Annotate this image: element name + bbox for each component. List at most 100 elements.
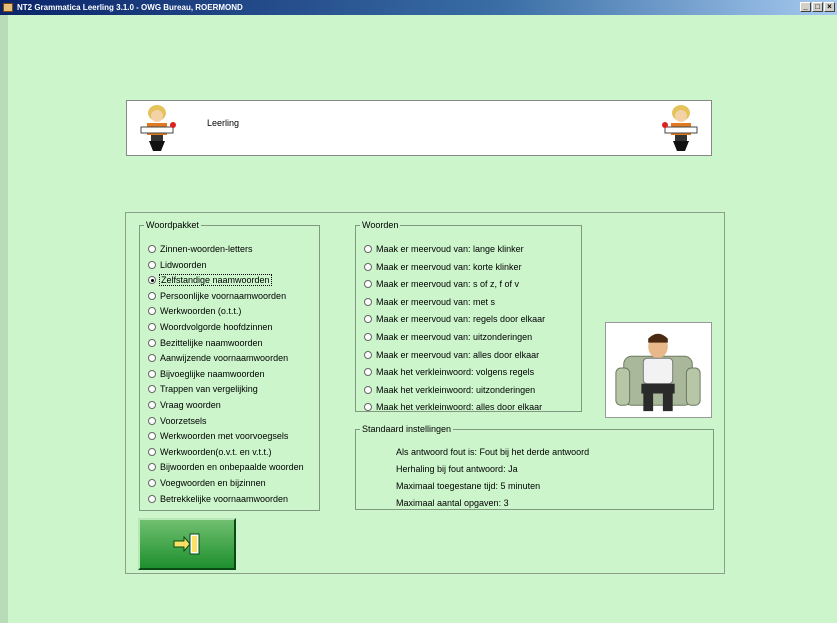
radio-circle[interactable] xyxy=(364,280,372,289)
radio-label: Werkwoorden (o.t.t.) xyxy=(160,306,242,317)
radio-label: Voorzetsels xyxy=(160,415,207,426)
woordpakket-radio-vraag-woorden[interactable]: Vraag woorden xyxy=(148,398,221,412)
setting-max-tijd: Maximaal toegestane tijd: 5 minuten xyxy=(396,481,541,491)
radio-circle[interactable] xyxy=(148,276,156,285)
radio-circle[interactable] xyxy=(364,333,372,341)
minimize-button[interactable]: _ xyxy=(800,2,811,12)
woordpakket-radio-trappen-van-vergelijking[interactable]: Trappen van vergelijking xyxy=(148,382,258,396)
radio-circle[interactable] xyxy=(148,354,156,363)
radio-circle[interactable] xyxy=(148,369,156,378)
woorden-legend: Woorden xyxy=(362,220,399,230)
radio-circle[interactable] xyxy=(148,463,156,472)
radio-circle[interactable] xyxy=(148,385,156,394)
woordpakket-radio-persoonlijke-voornaamwoorden[interactable]: Persoonlijke voornaamwoorden xyxy=(148,289,286,303)
woordpakket-radio-zinnen-woorden-letters[interactable]: Zinnen-woorden-letters xyxy=(148,242,253,256)
radio-circle[interactable] xyxy=(364,403,372,412)
radio-circle[interactable] xyxy=(148,494,156,503)
woorden-radio-maak-er-meervoud-van-met-s[interactable]: Maak er meervoud van: met s xyxy=(364,295,495,309)
woordpakket-radio-bezittelijke-naamwoorden[interactable]: Bezittelijke naamwoorden xyxy=(148,336,263,350)
radio-label: Werkwoorden(o.v.t. en v.t.t.) xyxy=(160,446,272,457)
settings-group: Standaard instellingen Als antwoord fout… xyxy=(355,424,714,510)
radio-label: Bijwoorden en onbepaalde woorden xyxy=(160,462,304,473)
maximize-button[interactable]: □ xyxy=(812,2,823,12)
radio-label: Aanwijzende voornaamwoorden xyxy=(160,353,289,364)
radio-circle[interactable] xyxy=(364,315,372,324)
exit-button[interactable] xyxy=(138,518,236,570)
radio-circle[interactable] xyxy=(148,338,156,347)
radio-circle[interactable] xyxy=(148,245,156,253)
woordpakket-radio-woordvolgorde-hoofdzinnen[interactable]: Woordvolgorde hoofdzinnen xyxy=(148,320,272,334)
woordpakket-radio-voorzetsels[interactable]: Voorzetsels xyxy=(148,414,207,428)
radio-label: Trappen van vergelijking xyxy=(160,384,258,395)
radio-circle[interactable] xyxy=(364,262,372,271)
header-label: Leerling xyxy=(207,118,240,128)
radio-label: Maak er meervoud van: uitzonderingen xyxy=(376,332,533,342)
woorden-radio-maak-het-verkleinwoord-uitzonderingen[interactable]: Maak het verkleinwoord: uitzonderingen xyxy=(364,383,535,397)
woordpakket-radio-werkwoorden-met-voorvoegsels[interactable]: Werkwoorden met voorvoegsels xyxy=(148,429,288,443)
woordpakket-radio-betrekkelijke-voornaamwoorden[interactable]: Betrekkelijke voornaamwoorden xyxy=(148,492,288,506)
radio-circle[interactable] xyxy=(148,401,156,409)
window-controls: _ □ × xyxy=(800,2,835,12)
teacher-at-desk-icon xyxy=(662,105,698,151)
setting-fout-antwoord: Als antwoord fout is: Fout bij het derde… xyxy=(396,447,590,457)
woorden-radio-maak-er-meervoud-van-korte-klinker[interactable]: Maak er meervoud van: korte klinker xyxy=(364,260,522,274)
radio-circle[interactable] xyxy=(364,350,372,359)
radio-circle[interactable] xyxy=(148,323,156,331)
radio-circle[interactable] xyxy=(364,245,372,253)
left-strip xyxy=(0,15,8,623)
radio-label: Maak het verkleinwoord: alles door elkaa… xyxy=(376,402,543,413)
app-icon xyxy=(3,3,13,12)
radio-circle[interactable] xyxy=(148,416,156,425)
woordpakket-radio-lidwoorden[interactable]: Lidwoorden xyxy=(148,258,207,272)
woordpakket-radio-voegwoorden-en-bijzinnen[interactable]: Voegwoorden en bijzinnen xyxy=(148,476,266,490)
close-button[interactable]: × xyxy=(824,2,835,12)
woorden-radio-maak-er-meervoud-van-lange-klinker[interactable]: Maak er meervoud van: lange klinker xyxy=(364,242,524,256)
radio-label: Woordvolgorde hoofdzinnen xyxy=(160,322,273,332)
radio-label: Vraag woorden xyxy=(160,400,221,410)
woordpakket-legend: Woordpakket xyxy=(146,220,199,230)
radio-circle[interactable] xyxy=(364,297,372,306)
settings-legend: Standaard instellingen xyxy=(362,424,452,434)
radio-label: Maak er meervoud van: alles door elkaar xyxy=(376,349,540,360)
radio-label: Bezittelijke naamwoorden xyxy=(160,337,263,348)
woorden-group: Woorden Maak er meervoud van: lange klin… xyxy=(355,220,582,412)
woordpakket-group: Woordpakket Zinnen-woorden-letters Lidwoo… xyxy=(139,220,320,511)
radio-label: Voegwoorden en bijzinnen xyxy=(160,478,266,488)
woorden-radio-maak-er-meervoud-van-regels-door-elkaar[interactable]: Maak er meervoud van: regels door elkaar xyxy=(364,312,545,326)
radio-label: Maak er meervoud van: met s xyxy=(376,296,496,307)
woordpakket-radio-aanwijzende-voornaamwoorden[interactable]: Aanwijzende voornaamwoorden xyxy=(148,351,288,365)
title-bar: NT2 Grammatica Leerling 3.1.0 - OWG Bure… xyxy=(0,0,837,15)
radio-label: Betrekkelijke voornaamwoorden xyxy=(160,493,289,504)
radio-label: Zelfstandige naamwoorden xyxy=(159,274,272,287)
radio-label: Maak het verkleinwoord: volgens regels xyxy=(376,367,535,378)
radio-circle[interactable] xyxy=(148,447,156,456)
woorden-radio-maak-het-verkleinwoord-alles-door-elkaar[interactable]: Maak het verkleinwoord: alles door elkaa… xyxy=(364,400,542,414)
window-title: NT2 Grammatica Leerling 3.1.0 - OWG Bure… xyxy=(17,3,243,12)
woordpakket-radio-zelfstandige-naamwoorden[interactable]: Zelfstandige naamwoorden xyxy=(148,273,272,287)
radio-circle[interactable] xyxy=(148,291,156,300)
woorden-radio-maak-er-meervoud-van-uitzonderingen[interactable]: Maak er meervoud van: uitzonderingen xyxy=(364,330,532,344)
woordpakket-radio-bijvoeglijke-naamwoorden[interactable]: Bijvoeglijke naamwoorden xyxy=(148,367,265,381)
radio-label: Maak er meervoud van: lange klinker xyxy=(376,244,524,254)
woordpakket-radio-bijwoorden-en-onbepaalde-woorden[interactable]: Bijwoorden en onbepaalde woorden xyxy=(148,460,304,474)
student-picture xyxy=(605,322,712,418)
radio-circle[interactable] xyxy=(148,432,156,441)
teacher-at-desk-icon xyxy=(140,105,176,151)
setting-herhaling: Herhaling bij fout antwoord: Ja xyxy=(396,464,518,474)
radio-label: Lidwoorden xyxy=(160,259,207,270)
radio-circle[interactable] xyxy=(364,385,372,394)
radio-label: Bijvoeglijke naamwoorden xyxy=(160,368,265,379)
student-in-armchair-icon xyxy=(615,333,701,412)
woorden-radio-maak-er-meervoud-van-alles-door-elkaar[interactable]: Maak er meervoud van: alles door elkaar xyxy=(364,348,539,362)
woordpakket-radio-werkwoorden-o-v-t-en-v-t-t[interactable]: Werkwoorden(o.v.t. en v.t.t.) xyxy=(148,445,272,459)
radio-circle[interactable] xyxy=(148,479,156,487)
radio-circle[interactable] xyxy=(148,260,156,269)
radio-circle[interactable] xyxy=(364,368,372,377)
radio-label: Maak het verkleinwoord: uitzonderingen xyxy=(376,384,536,395)
woorden-radio-maak-er-meervoud-van-s-of-z-f-of-v[interactable]: Maak er meervoud van: s of z, f of v xyxy=(364,277,519,291)
radio-label: Werkwoorden met voorvoegsels xyxy=(160,431,289,442)
woorden-radio-maak-het-verkleinwoord-volgens-regels[interactable]: Maak het verkleinwoord: volgens regels xyxy=(364,365,534,379)
radio-circle[interactable] xyxy=(148,307,156,316)
setting-max-opgaven: Maximaal aantal opgaven: 3 xyxy=(396,498,509,508)
woordpakket-radio-werkwoorden-o-t-t[interactable]: Werkwoorden (o.t.t.) xyxy=(148,304,241,318)
